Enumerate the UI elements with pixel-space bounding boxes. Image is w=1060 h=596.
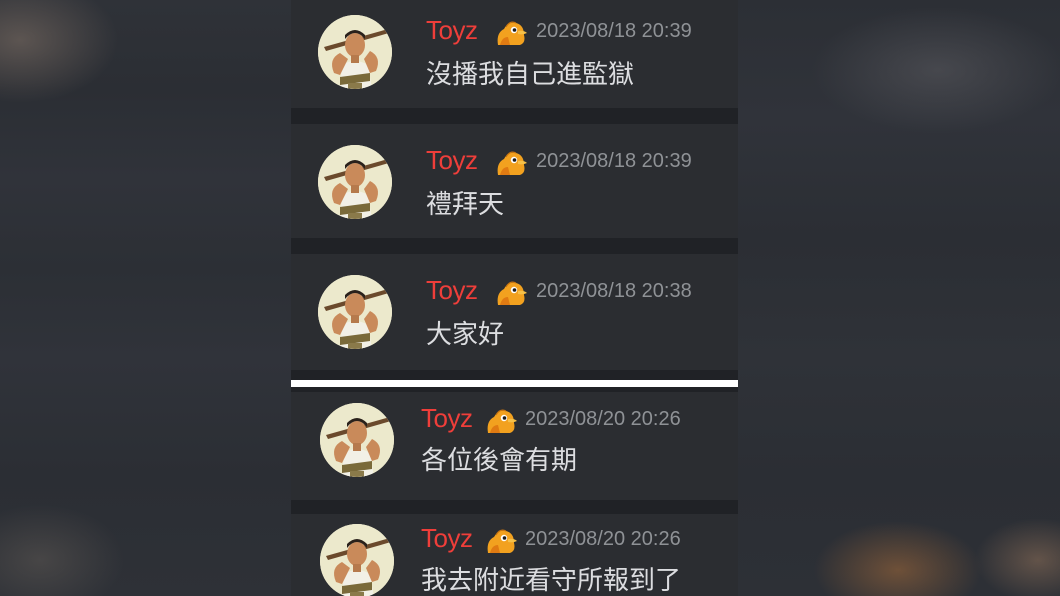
avatar[interactable] [320, 403, 394, 477]
message-text: 各位後會有期 [421, 446, 578, 476]
username[interactable]: Toyz [426, 15, 478, 46]
bird-emoji-icon [494, 277, 528, 307]
bird-emoji-icon [484, 525, 518, 555]
timestamp: 2023/08/18 20:39 [536, 150, 692, 172]
message-text: 沒播我自己進監獄 [426, 60, 635, 90]
avatar[interactable] [318, 275, 392, 349]
avatar[interactable] [318, 145, 392, 219]
message-text: 大家好 [426, 320, 505, 350]
avatar[interactable] [318, 15, 392, 89]
username[interactable]: Toyz [421, 523, 473, 554]
timestamp: 2023/08/20 20:26 [525, 408, 681, 430]
blurred-background-right [738, 0, 1060, 596]
bird-emoji-icon [494, 17, 528, 47]
timestamp: 2023/08/18 20:38 [536, 280, 692, 302]
username[interactable]: Toyz [426, 275, 478, 306]
bird-emoji-icon [484, 405, 518, 435]
timestamp: 2023/08/20 20:26 [525, 528, 681, 550]
blurred-background-left [0, 0, 291, 596]
message-text: 我去附近看守所報到了 [421, 566, 682, 596]
message-text: 禮拜天 [426, 190, 505, 220]
username[interactable]: Toyz [426, 145, 478, 176]
avatar[interactable] [320, 524, 394, 596]
chat-screenshot: Toyz 2023/08/18 20:39 沒播我自己進監獄 Toyz 2023… [291, 0, 738, 596]
username[interactable]: Toyz [421, 403, 473, 434]
separator-line [291, 380, 738, 387]
bird-emoji-icon [494, 147, 528, 177]
timestamp: 2023/08/18 20:39 [536, 20, 692, 42]
